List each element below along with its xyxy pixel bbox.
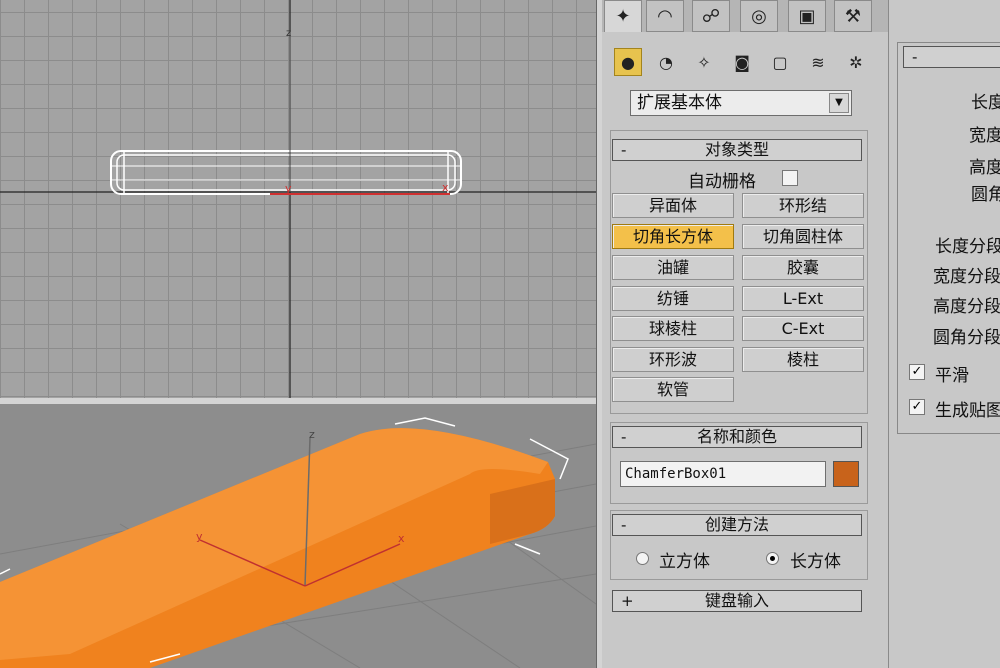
chamfer-cyl-button[interactable]: 切角圆柱体	[742, 224, 864, 249]
object-color-swatch[interactable]	[833, 461, 859, 487]
front-y-label: y	[285, 182, 292, 195]
height-segs-label: 高度分段	[933, 297, 1000, 317]
fillet-label: 圆角	[971, 185, 1000, 205]
parameters-rollout[interactable]: -	[903, 46, 1000, 68]
gen-mapping-label: 生成贴图	[935, 401, 1000, 421]
spindle-button[interactable]: 纺锤	[612, 286, 734, 311]
collapse-icon: -	[621, 516, 627, 534]
autogrid-checkbox[interactable]	[782, 170, 798, 186]
geometry-button[interactable]: ●	[614, 48, 642, 76]
helpers-button[interactable]: ▢	[766, 48, 794, 76]
width-segs-label: 宽度分段	[933, 267, 1000, 287]
hierarchy-tab[interactable]: ☍	[692, 0, 730, 32]
length-segs-label: 长度分段	[935, 237, 1000, 257]
box-radio[interactable]	[766, 552, 779, 565]
object-name-input[interactable]: ChamferBox01	[620, 461, 826, 487]
create-tab[interactable]: ✦	[604, 0, 642, 32]
collapse-icon: -	[621, 428, 627, 446]
collapse-icon: -	[912, 48, 918, 66]
hierarchy-icon: ☍	[701, 5, 721, 27]
length-label: 长度	[971, 93, 1000, 113]
utilities-icon: ⚒	[844, 5, 862, 27]
c-ext-button[interactable]: C-Ext	[742, 316, 864, 341]
perspective-viewport-canvas: z y x	[0, 417, 596, 668]
hedra-button[interactable]: 异面体	[612, 193, 734, 218]
fillet-segs-label: 圆角分段	[933, 328, 1000, 348]
parameters-panel: - 长度 宽度 高度 圆角 长度分段 宽度分段 高度分段 圆角分段 ✓ 平滑 ✓…	[888, 0, 1000, 668]
name-color-rollout[interactable]: - 名称和颜色	[612, 426, 862, 448]
geometry-icon: ●	[621, 52, 635, 72]
space-warps-icon: ≋	[811, 52, 825, 72]
l-ext-button[interactable]: L-Ext	[742, 286, 864, 311]
chamfer-box-button[interactable]: 切角长方体	[612, 224, 734, 249]
helpers-icon: ▢	[772, 52, 788, 72]
persp-x-label: x	[398, 532, 405, 545]
creation-method-rollout[interactable]: - 创建方法	[612, 514, 862, 536]
gengon-button[interactable]: 球棱柱	[612, 316, 734, 341]
creation-method-title: 创建方法	[704, 515, 769, 534]
create-icon: ✦	[615, 6, 631, 27]
keyboard-entry-title: 键盘输入	[704, 591, 769, 610]
cameras-button[interactable]: ◙	[728, 48, 756, 76]
front-viewport[interactable]: z y x	[0, 0, 596, 398]
shapes-button[interactable]: ◔	[652, 48, 680, 76]
prism-button[interactable]: 棱柱	[742, 347, 864, 372]
chevron-down-icon[interactable]: ▼	[829, 93, 849, 113]
hose-button[interactable]: 软管	[612, 377, 734, 402]
front-z-label: z	[286, 28, 291, 39]
expand-icon: +	[621, 592, 634, 610]
smooth-label: 平滑	[935, 366, 969, 386]
oil-tank-button[interactable]: 油罐	[612, 255, 734, 280]
object-type-title: 对象类型	[704, 140, 769, 159]
object-type-rollout[interactable]: - 对象类型	[612, 139, 862, 161]
modify-icon: ◠	[657, 5, 673, 27]
front-x-label: x	[442, 181, 449, 194]
display-icon: ▣	[798, 5, 816, 27]
lights-icon: ✧	[697, 52, 711, 72]
motion-tab[interactable]: ◎	[740, 0, 778, 32]
smooth-checkbox[interactable]: ✓	[909, 364, 925, 380]
command-panel: ✦ ◠ ☍ ◎ ▣ ⚒ ● ◔ ✧ ◙ ▢ ≋ ✲ 扩展基本体 ▼ - 对象类型…	[602, 0, 888, 668]
width-label: 宽度	[969, 126, 1000, 146]
display-tab[interactable]: ▣	[788, 0, 826, 32]
perspective-viewport[interactable]: z y x	[0, 404, 596, 668]
category-dropdown-value: 扩展基本体	[637, 93, 722, 113]
capsule-button[interactable]: 胶囊	[742, 255, 864, 280]
cube-radio[interactable]	[636, 552, 649, 565]
box-radio-label: 长方体	[790, 552, 841, 572]
lights-button[interactable]: ✧	[690, 48, 718, 76]
keyboard-entry-rollout[interactable]: + 键盘输入	[612, 590, 862, 612]
systems-button[interactable]: ✲	[842, 48, 870, 76]
space-warps-button[interactable]: ≋	[804, 48, 832, 76]
collapse-icon: -	[621, 141, 627, 159]
ringwave-button[interactable]: 环形波	[612, 347, 734, 372]
name-color-title: 名称和颜色	[696, 427, 777, 446]
torus-knot-button[interactable]: 环形结	[742, 193, 864, 218]
category-dropdown[interactable]: 扩展基本体 ▼	[630, 90, 852, 116]
command-tabs: ✦ ◠ ☍ ◎ ▣ ⚒	[602, 0, 888, 32]
height-label: 高度	[969, 158, 1000, 178]
autogrid-label: 自动栅格	[688, 172, 756, 192]
cameras-icon: ◙	[734, 52, 750, 72]
shapes-icon: ◔	[659, 52, 673, 72]
systems-icon: ✲	[849, 52, 863, 72]
persp-y-label: y	[196, 530, 203, 543]
utilities-tab[interactable]: ⚒	[834, 0, 872, 32]
persp-z-label: z	[309, 428, 315, 441]
front-viewport-canvas: z y x	[0, 0, 596, 398]
cube-radio-label: 立方体	[659, 552, 710, 572]
motion-icon: ◎	[751, 5, 767, 27]
modify-tab[interactable]: ◠	[646, 0, 684, 32]
gen-mapping-checkbox[interactable]: ✓	[909, 399, 925, 415]
